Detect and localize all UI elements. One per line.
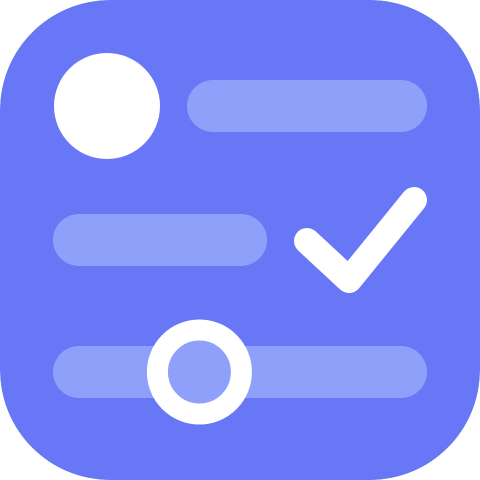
slider-knob: [146, 319, 252, 425]
app-icon-tile[interactable]: [0, 0, 480, 480]
app-icon-container: [0, 0, 480, 480]
avatar-circle-icon: [54, 53, 160, 159]
text-line-bar: [187, 80, 427, 132]
app-icon-graphic: [0, 0, 480, 480]
text-line-bar-short: [53, 214, 267, 266]
